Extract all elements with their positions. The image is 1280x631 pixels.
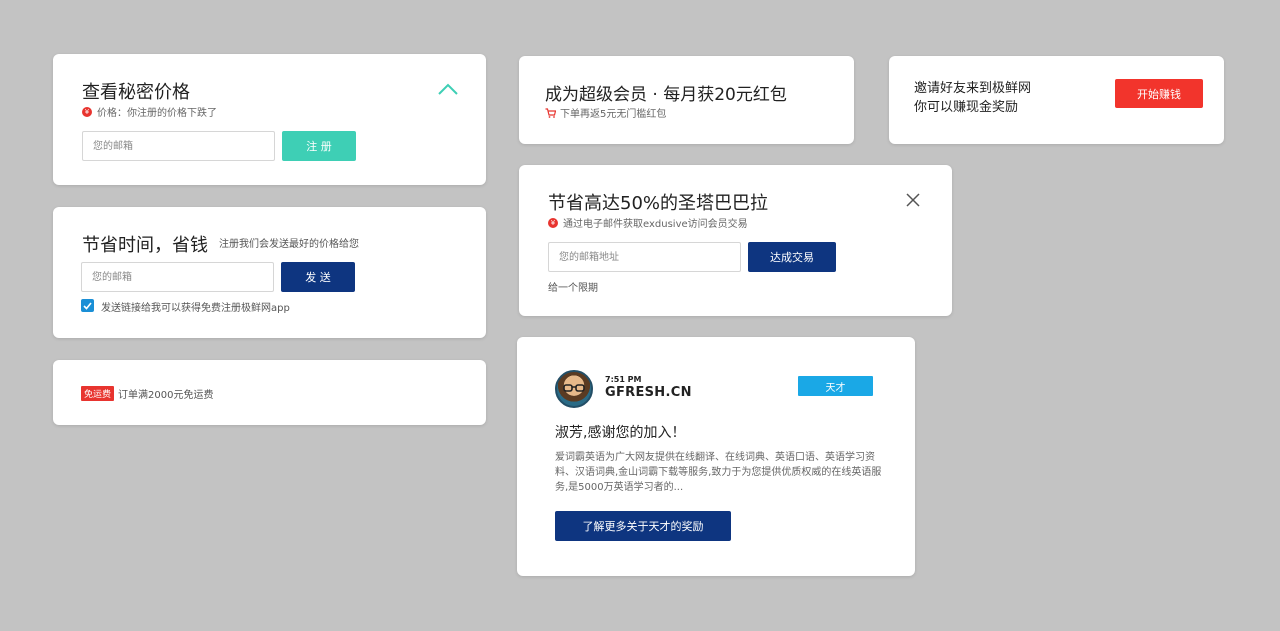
super-member-title: 成为超级会员 · 每月获20元红包	[545, 85, 787, 105]
santa-barbara-title: 节省高达50%的圣塔巴巴拉	[548, 193, 769, 214]
chevron-up-icon[interactable]	[437, 82, 459, 96]
email-address-input[interactable]	[548, 242, 741, 272]
invite-line1: 邀请好友来到极鲜网	[914, 81, 1032, 96]
greeting: 淑芳,感谢您的加入！	[555, 425, 686, 441]
santa-barbara-subtitle: 通过电子邮件获取exdusive访问会员交易	[563, 219, 748, 230]
email-input[interactable]	[82, 131, 275, 161]
secret-price-subtitle: 价格：你注册的价格下跌了	[97, 108, 217, 119]
super-member-card: 成为超级会员 · 每月获20元红包 下单再返5元无门槛红包	[519, 56, 854, 144]
santa-barbara-card: 节省高达50%的圣塔巴巴拉 ¥ 通过电子邮件获取exdusive访问会员交易 达…	[519, 165, 952, 316]
save-time-title: 节省时间，省钱	[82, 235, 208, 256]
free-shipping-row: 免运费 订单满2000元免运费	[81, 386, 213, 401]
close-icon[interactable]	[905, 192, 921, 208]
check-icon	[83, 301, 92, 310]
deal-button[interactable]: 达成交易	[748, 242, 836, 272]
message-time: 7:51 PM	[605, 375, 642, 384]
avatar	[555, 370, 593, 408]
learn-more-button[interactable]: 了解更多关于天才的奖励	[555, 511, 731, 541]
register-button[interactable]: 注 册	[282, 131, 356, 161]
brand-name: GFRESH.CN	[605, 385, 692, 400]
free-shipping-tag: 免运费	[81, 386, 115, 401]
secret-price-title: 查看秘密价格	[82, 82, 190, 103]
free-shipping-text: 订单满2000元免运费	[118, 390, 214, 401]
cart-icon	[545, 107, 556, 118]
email-input[interactable]	[81, 262, 274, 292]
body-text: 爱词霸英语为广大网友提供在线翻译、在线词典、英语口语、英语学习资料、汉语词典,金…	[555, 452, 882, 493]
send-button[interactable]: 发 送	[281, 262, 355, 292]
checkbox-label: 发送链接给我可以获得免费注册极鲜网app	[101, 303, 290, 314]
santa-barbara-subtitle-row: ¥ 通过电子邮件获取exdusive访问会员交易	[548, 215, 748, 230]
save-time-subtitle: 注册我们会发送最好的价格给您	[219, 239, 359, 250]
secret-price-subtitle-row: ¥ 价格：你注册的价格下跌了	[82, 104, 217, 119]
yen-icon: ¥	[82, 106, 92, 117]
free-shipping-card: 免运费 订单满2000元免运费	[53, 360, 486, 425]
limit-text[interactable]: 给一个限期	[548, 279, 598, 294]
app-link-checkbox[interactable]	[81, 299, 94, 312]
secret-price-card: 查看秘密价格 ¥ 价格：你注册的价格下跌了 注 册	[53, 54, 486, 185]
super-member-subtitle: 下单再返5元无门槛红包	[560, 109, 667, 120]
save-time-card: 节省时间，省钱 注册我们会发送最好的价格给您 发 送 发送链接给我可以获得免费注…	[53, 207, 486, 338]
welcome-card: 7:51 PM GFRESH.CN 天才 淑芳,感谢您的加入！ 爱词霸英语为广大…	[517, 337, 915, 576]
yen-icon: ¥	[548, 217, 558, 228]
invite-line2: 你可以赚现金奖励	[914, 100, 1019, 115]
genius-badge: 天才	[798, 376, 873, 396]
invite-friends-card: 邀请好友来到极鲜网 你可以赚现金奖励 开始赚钱	[889, 56, 1224, 144]
super-member-subtitle-row: 下单再返5元无门槛红包	[545, 105, 666, 120]
glasses-icon	[563, 384, 585, 392]
start-earning-button[interactable]: 开始赚钱	[1115, 79, 1203, 108]
